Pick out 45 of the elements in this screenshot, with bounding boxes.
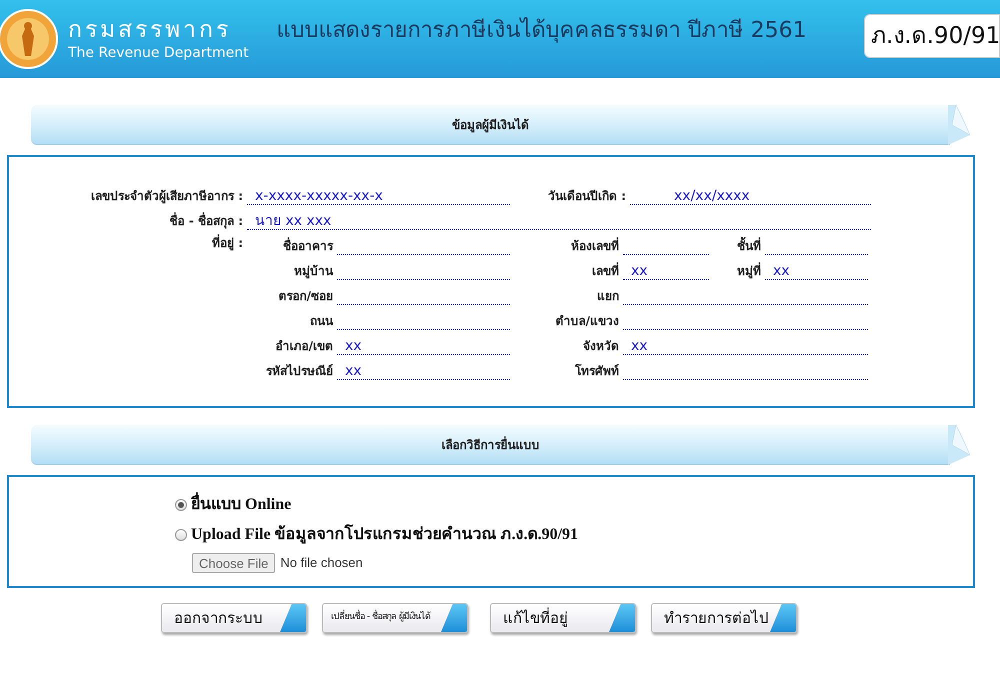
text-field[interactable]: x-xxxx-xxxxx-xx-x — [247, 183, 510, 205]
section-heading: เลือกวิธีการยื่นแบบ — [442, 436, 540, 454]
action-button[interactable]: แก้ไขที่อยู่ — [490, 603, 636, 633]
page-curl-icon — [948, 105, 970, 145]
section-heading: ข้อมูลผู้มีเงินได้ — [452, 116, 529, 134]
field-label: วันเดือนปีเกิด : — [547, 188, 627, 205]
field-label: หมู่บ้าน — [293, 263, 334, 280]
field-label: แยก — [596, 288, 620, 305]
page-curl-icon — [948, 425, 970, 465]
radio-label[interactable]: ยื่นแบบ Online — [191, 493, 292, 517]
field-label: โทรศัพท์ — [574, 362, 620, 380]
file-status: No file chosen — [280, 554, 363, 572]
action-button[interactable]: เปลี่ยนชื่อ - ชื่อสกุล ผู้มีเงินได้ — [322, 603, 468, 633]
field-label: รหัสไปรษณีย์ — [265, 362, 334, 380]
radio-label[interactable]: Upload File ข้อมูลจากโปรแกรมช่วยคำนวณ ภ.ง.ด.90/91 — [191, 523, 578, 547]
choose-file-button[interactable]: Choose File — [192, 553, 276, 573]
action-button[interactable]: ออกจากระบบ — [161, 603, 307, 633]
form-title: แบบแสดงรายการภาษีเงินได้บุคคลธรรมดา ปีภาษี 2561 — [276, 16, 807, 45]
field-label: ตรอก/ซอย — [278, 288, 334, 305]
field-label: จังหวัด — [582, 338, 620, 355]
department-subtitle: The Revenue Department — [68, 44, 249, 62]
text-field[interactable]: xx — [765, 258, 868, 280]
field-label: ชื่ออาคาร — [282, 237, 334, 255]
department-title: กรมสรรพากร — [68, 16, 232, 45]
text-field[interactable]: xx/xx/xxxx — [630, 183, 871, 205]
action-button[interactable]: ทำรายการต่อไป — [651, 603, 797, 633]
text-field[interactable]: xx — [337, 333, 510, 355]
text-field[interactable]: xx — [623, 333, 868, 355]
radio-button[interactable] — [175, 529, 187, 541]
field-label: ที่อยู่ : — [212, 234, 244, 252]
field-label: เลขประจำตัวผู้เสียภาษีอากร : — [90, 188, 244, 205]
field-label: เลขที่ — [591, 262, 620, 280]
field-label: ชั้นที่ — [709, 237, 765, 255]
text-field[interactable]: นาย xx xxx — [247, 208, 871, 230]
field-label: ชื่อ - ชื่อสกุล : — [168, 212, 244, 230]
emblem-icon — [0, 6, 58, 72]
radio-button[interactable] — [175, 499, 187, 511]
field-label: ถนน — [309, 313, 334, 330]
field-label: ตำบล/แขวง — [554, 313, 620, 330]
form-code-box: ภ.ง.ด.90/91 — [864, 14, 1000, 58]
text-field[interactable]: xx — [623, 258, 709, 280]
field-label: อำเภอ/เขต — [274, 338, 334, 355]
field-label: ห้องเลขที่ — [570, 237, 620, 255]
text-field[interactable]: xx — [337, 358, 510, 380]
field-label: หมู่ที่ — [736, 262, 762, 280]
